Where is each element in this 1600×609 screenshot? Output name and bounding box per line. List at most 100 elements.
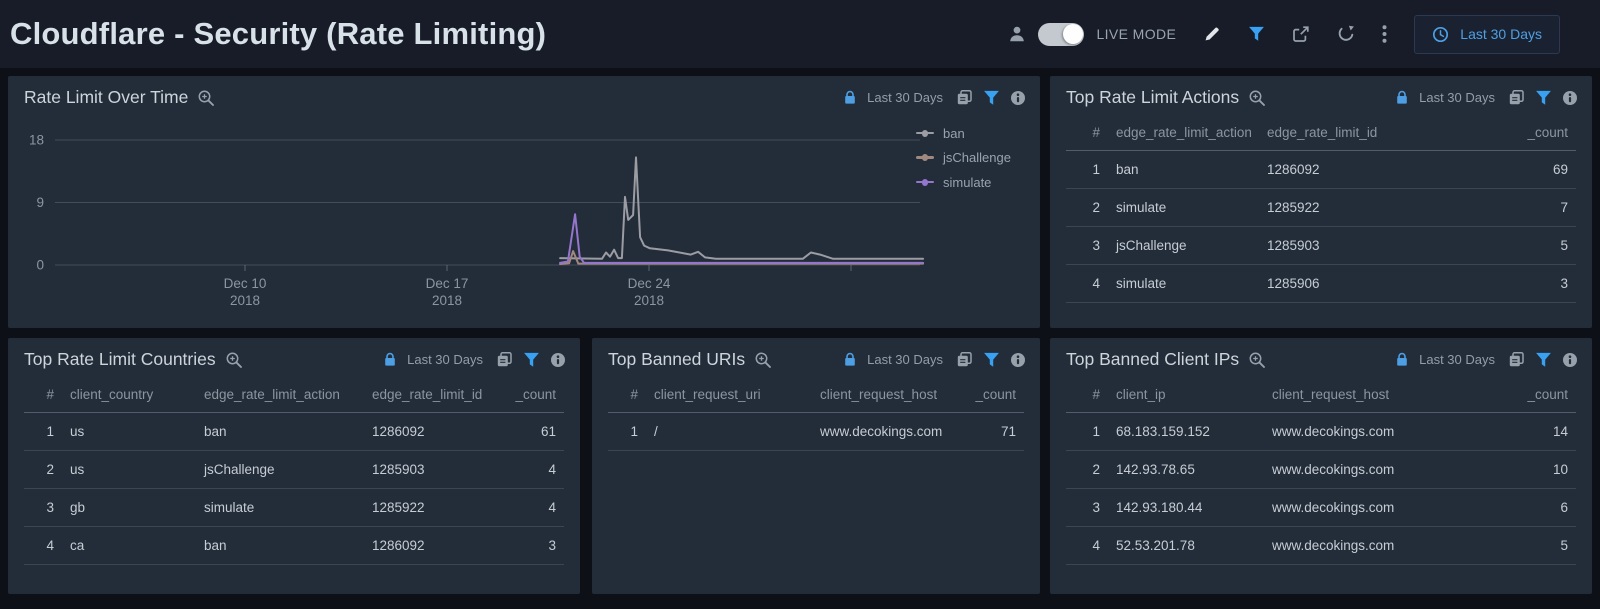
table-row[interactable]: 4caban12860923: [24, 527, 564, 565]
table-cell: simulate: [1108, 265, 1259, 303]
panel-title: Top Banned URIs: [608, 349, 745, 370]
table-cell: 1285903: [1259, 227, 1480, 265]
table-cell: 4: [1066, 527, 1108, 565]
copy-icon[interactable]: [956, 351, 973, 368]
table-cell: 5: [1480, 227, 1576, 265]
filter-icon[interactable]: [1248, 26, 1265, 42]
rate-limit-chart[interactable]: 0918Dec 102018Dec 172018Dec 242018 banjs…: [8, 76, 1040, 328]
x-axis-label: Dec 172018: [426, 276, 469, 308]
table-cell: 69: [1480, 151, 1576, 189]
legend-marker: [916, 178, 934, 187]
legend-label: simulate: [943, 175, 991, 190]
time-range-button[interactable]: Last 30 Days: [1414, 15, 1560, 54]
column-header[interactable]: _count: [1490, 378, 1576, 413]
table-cell: 1285906: [1259, 265, 1480, 303]
table-row[interactable]: 3gbsimulate12859224: [24, 489, 564, 527]
zoom-in-icon[interactable]: [754, 351, 772, 369]
table-cell: 1: [1066, 413, 1108, 451]
zoom-in-icon[interactable]: [1248, 89, 1266, 107]
column-header[interactable]: client_country: [62, 378, 196, 413]
panel-title: Top Banned Client IPs: [1066, 349, 1239, 370]
x-axis-label: Dec 242018: [628, 276, 671, 308]
table-cell: jsChallenge: [1108, 227, 1259, 265]
series-line-ban: [560, 157, 923, 258]
panel-time-range[interactable]: Last 30 Days: [867, 352, 943, 367]
panel-time-range[interactable]: Last 30 Days: [407, 352, 483, 367]
column-header[interactable]: edge_rate_limit_id: [1259, 116, 1480, 151]
table-cell: 4: [486, 451, 564, 489]
zoom-in-icon[interactable]: [225, 351, 243, 369]
table-cell: ban: [196, 527, 364, 565]
table-row[interactable]: 3142.93.180.44www.decokings.com6: [1066, 489, 1576, 527]
table-cell: 3: [486, 527, 564, 565]
table-cell: 68.183.159.152: [1108, 413, 1264, 451]
panel-header: Top Rate Limit Actions Last 30 Days: [1050, 76, 1592, 114]
table-row[interactable]: 1/www.decokings.com71: [608, 413, 1024, 451]
refresh-icon[interactable]: [1337, 25, 1355, 43]
table-header-row: #client_ipclient_request_host_count: [1066, 378, 1576, 413]
share-icon[interactable]: [1292, 25, 1310, 43]
live-mode-toggle[interactable]: [1038, 23, 1084, 46]
user-icon[interactable]: [1008, 25, 1026, 43]
column-header[interactable]: #: [24, 378, 62, 413]
table-cell: 61: [486, 413, 564, 451]
copy-icon[interactable]: [496, 351, 513, 368]
column-header[interactable]: edge_rate_limit_action: [1108, 116, 1259, 151]
filter-icon[interactable]: [523, 352, 540, 368]
table-row[interactable]: 2usjsChallenge12859034: [24, 451, 564, 489]
panel-header: Top Rate Limit Countries Last 30 Days: [8, 338, 580, 376]
table-cell: 142.93.78.65: [1108, 451, 1264, 489]
column-header[interactable]: client_request_uri: [646, 378, 812, 413]
table-cell: 1285922: [1259, 189, 1480, 227]
column-header[interactable]: edge_rate_limit_action: [196, 378, 364, 413]
table-cell: 3: [1066, 227, 1108, 265]
legend-item-simulate[interactable]: simulate: [916, 170, 1011, 195]
copy-icon[interactable]: [1508, 351, 1525, 368]
column-header[interactable]: client_request_host: [1264, 378, 1490, 413]
info-icon[interactable]: [1010, 352, 1026, 368]
table-cell: 4: [486, 489, 564, 527]
column-header[interactable]: client_ip: [1108, 378, 1264, 413]
column-header[interactable]: client_request_host: [812, 378, 944, 413]
info-icon[interactable]: [1562, 352, 1578, 368]
legend-item-ban[interactable]: ban: [916, 121, 1011, 146]
rate-limit-chart-canvas: 0918Dec 102018Dec 172018Dec 242018: [8, 76, 1040, 326]
table-cell: simulate: [1108, 189, 1259, 227]
info-icon[interactable]: [550, 352, 566, 368]
table-cell: 1285922: [364, 489, 486, 527]
more-menu-icon[interactable]: [1382, 25, 1387, 43]
table-row[interactable]: 1ban128609269: [1066, 151, 1576, 189]
filter-icon[interactable]: [1535, 90, 1552, 106]
column-header[interactable]: _count: [944, 378, 1024, 413]
column-header[interactable]: edge_rate_limit_id: [364, 378, 486, 413]
panel-time-range[interactable]: Last 30 Days: [1419, 90, 1495, 105]
column-header[interactable]: #: [1066, 116, 1108, 151]
table-row[interactable]: 1usban128609261: [24, 413, 564, 451]
column-header[interactable]: _count: [486, 378, 564, 413]
table-row[interactable]: 168.183.159.152www.decokings.com14: [1066, 413, 1576, 451]
table-row[interactable]: 4simulate12859063: [1066, 265, 1576, 303]
column-header[interactable]: _count: [1480, 116, 1576, 151]
table-cell: 71: [944, 413, 1024, 451]
table-cell: 1285903: [364, 451, 486, 489]
table-row[interactable]: 452.53.201.78www.decokings.com5: [1066, 527, 1576, 565]
table-cell: 1: [24, 413, 62, 451]
table-cell: ca: [62, 527, 196, 565]
table-row[interactable]: 2simulate12859227: [1066, 189, 1576, 227]
zoom-in-icon[interactable]: [1248, 351, 1266, 369]
edit-icon[interactable]: [1203, 25, 1221, 43]
filter-icon[interactable]: [983, 352, 1000, 368]
legend-label: ban: [943, 126, 965, 141]
table-row[interactable]: 2142.93.78.65www.decokings.com10: [1066, 451, 1576, 489]
lock-icon: [383, 352, 397, 367]
table-row[interactable]: 3jsChallenge12859035: [1066, 227, 1576, 265]
column-header[interactable]: #: [608, 378, 646, 413]
copy-icon[interactable]: [1508, 89, 1525, 106]
legend-item-jsChallenge[interactable]: jsChallenge: [916, 146, 1011, 171]
panel-title: Top Rate Limit Countries: [24, 349, 216, 370]
countries-table: #client_countryedge_rate_limit_actionedg…: [24, 378, 564, 565]
column-header[interactable]: #: [1066, 378, 1108, 413]
filter-icon[interactable]: [1535, 352, 1552, 368]
info-icon[interactable]: [1562, 90, 1578, 106]
panel-time-range[interactable]: Last 30 Days: [1419, 352, 1495, 367]
